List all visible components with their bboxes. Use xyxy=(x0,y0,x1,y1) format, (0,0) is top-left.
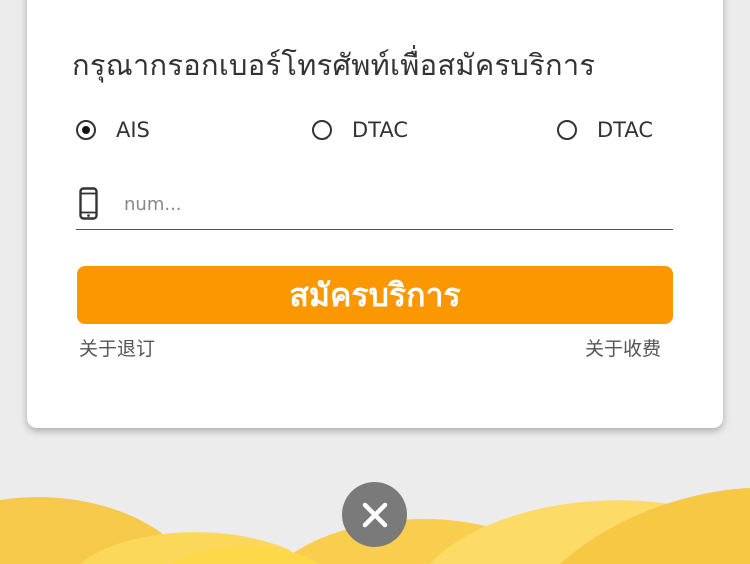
billing-link[interactable]: 关于收费 xyxy=(585,334,661,361)
operator-label: AIS xyxy=(116,118,150,142)
phone-icon xyxy=(79,187,98,220)
subscribe-button[interactable]: สมัครบริการ xyxy=(77,266,673,324)
radio-unchecked-icon[interactable] xyxy=(312,120,332,140)
operator-label: DTAC xyxy=(597,118,654,142)
form-title: กรุณากรอกเบอร์โทรศัพท์เพื่อสมัครบริการ xyxy=(72,48,596,82)
input-underline xyxy=(76,229,673,230)
operator-label: DTAC xyxy=(352,118,409,142)
operator-option-dtac-2[interactable]: DTAC xyxy=(557,117,653,143)
close-icon xyxy=(362,502,387,527)
operator-option-ais[interactable]: AIS xyxy=(76,117,150,143)
radio-unchecked-icon[interactable] xyxy=(557,120,577,140)
close-button[interactable] xyxy=(342,482,407,547)
unsubscribe-link[interactable]: 关于退订 xyxy=(79,334,155,361)
radio-checked-icon[interactable] xyxy=(76,120,96,140)
operator-option-dtac[interactable]: DTAC xyxy=(312,117,408,143)
phone-number-input[interactable] xyxy=(124,188,664,220)
